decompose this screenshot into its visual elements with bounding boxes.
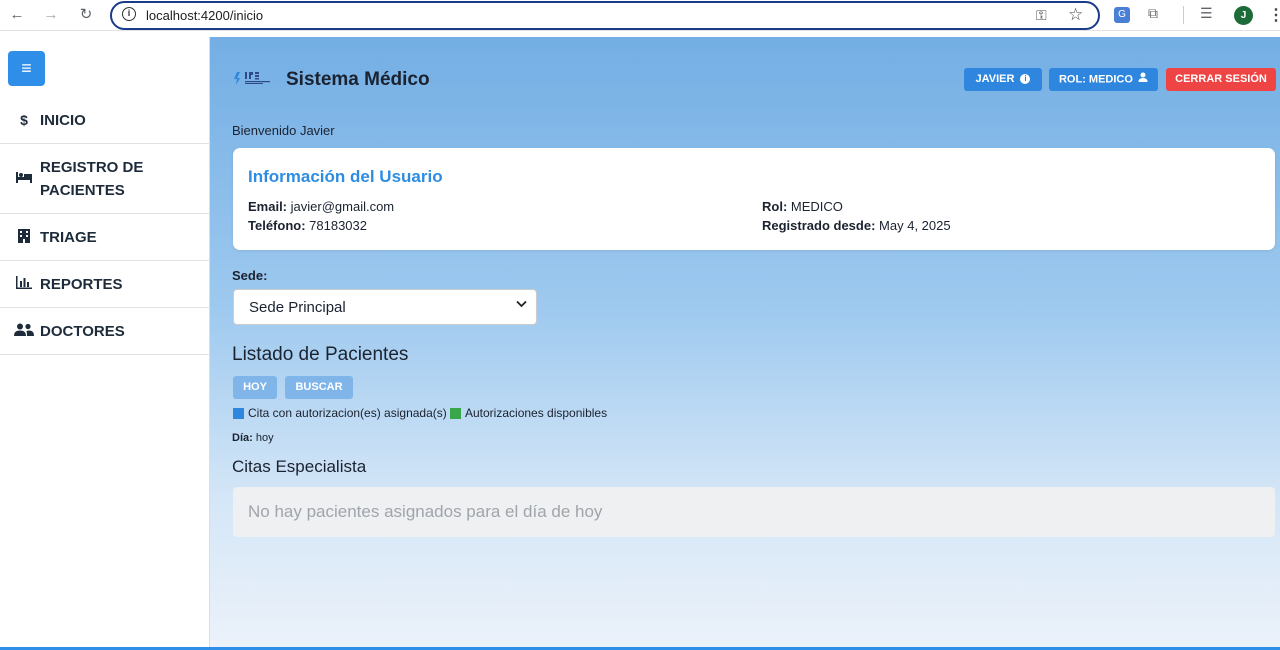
- chart-icon: [14, 276, 34, 292]
- legend-label: Cita con autorizacion(es) asignada(s): [248, 406, 447, 420]
- address-bar[interactable]: i localhost:4200/inicio ⚿ ☆: [110, 1, 1100, 30]
- welcome-text: Bienvenido Javier: [232, 123, 335, 138]
- ips-logo: [233, 70, 271, 86]
- email-info: Email: javier@gmail.com: [248, 199, 394, 214]
- browser-toolbar: ← → ↻ i localhost:4200/inicio ⚿ ☆ G ⧉ ☰ …: [0, 0, 1280, 31]
- info-circle-icon: i: [1020, 74, 1031, 85]
- main-content: Sistema Médico JAVIER i ROL: MEDICO CERR…: [210, 37, 1280, 650]
- legend-swatch-green: [450, 407, 461, 419]
- registrado-value: May 4, 2025: [879, 218, 951, 233]
- rol-button-label: ROL: MEDICO: [1058, 73, 1133, 86]
- site-info-icon[interactable]: i: [122, 7, 136, 21]
- sidebar-item-reportes[interactable]: REPORTES: [0, 261, 210, 308]
- logout-button[interactable]: CERRAR SESIÓN: [1166, 68, 1276, 91]
- building-icon: [14, 228, 34, 246]
- dia-info: Día: hoy: [232, 432, 274, 444]
- sede-selected-value: Sede Principal: [249, 299, 346, 316]
- rol-label: Rol:: [762, 199, 788, 214]
- back-arrow-icon[interactable]: ←: [6, 4, 28, 26]
- dia-label: Día:: [232, 432, 253, 444]
- user-icon: [1138, 68, 1148, 91]
- translate-extension-icon[interactable]: G: [1114, 7, 1130, 23]
- sidebar-item-label: REGISTRO DE PACIENTES: [40, 156, 143, 202]
- sidebar-item-registro-pacientes[interactable]: REGISTRO DE PACIENTES: [0, 144, 210, 214]
- sidebar-item-label: TRIAGE: [40, 228, 97, 246]
- email-label: Email:: [248, 199, 288, 214]
- profile-avatar[interactable]: J: [1234, 6, 1253, 25]
- sede-select[interactable]: Sede Principal: [233, 289, 537, 325]
- sidebar-item-triage[interactable]: TRIAGE: [0, 214, 210, 261]
- sidebar-item-label: DOCTORES: [40, 322, 125, 340]
- telefono-info: Teléfono: 78183032: [248, 218, 367, 233]
- telefono-label: Teléfono:: [248, 218, 306, 233]
- legend-item-disponibles: Autorizaciones disponibles: [450, 406, 607, 420]
- extensions-puzzle-icon[interactable]: ⧉: [1148, 5, 1158, 22]
- bed-icon: [14, 170, 34, 187]
- kebab-menu-icon[interactable]: ⋮: [1268, 5, 1280, 25]
- rol-button[interactable]: ROL: MEDICO: [1049, 68, 1158, 91]
- registrado-label: Registrado desde:: [762, 218, 876, 233]
- sidebar-item-inicio[interactable]: $ INICIO: [0, 97, 210, 144]
- pacientes-title: Listado de Pacientes: [232, 344, 409, 365]
- user-button-label: JAVIER: [975, 73, 1015, 85]
- empty-state-text: No hay pacientes asignados para el día d…: [248, 502, 603, 521]
- reload-icon[interactable]: ↻: [75, 4, 97, 26]
- user-info-card: Información del Usuario Email: javier@gm…: [233, 148, 1275, 250]
- legend-swatch-blue: [233, 407, 244, 419]
- registrado-info: Registrado desde: May 4, 2025: [762, 218, 951, 233]
- sidebar-item-label: INICIO: [40, 111, 86, 129]
- telefono-value: 78183032: [309, 218, 367, 233]
- dollar-icon: $: [20, 112, 28, 128]
- password-key-icon[interactable]: ⚿: [1036, 7, 1047, 24]
- dia-value: hoy: [255, 432, 274, 444]
- sidebar-item-doctores[interactable]: DOCTORES: [0, 308, 210, 355]
- rol-value: MEDICO: [790, 199, 843, 214]
- citas-especialista-title: Citas Especialista: [232, 457, 367, 476]
- app-title: Sistema Médico: [286, 69, 430, 90]
- sidebar-item-label-line1: REGISTRO DE: [40, 158, 144, 176]
- media-queue-icon[interactable]: ☰: [1200, 5, 1213, 22]
- empty-state-box: No hay pacientes asignados para el día d…: [233, 487, 1275, 537]
- sidebar-item-label: REPORTES: [40, 275, 123, 293]
- sidebar-item-label-line2: PACIENTES: [40, 181, 125, 199]
- url-text[interactable]: localhost:4200/inicio: [146, 8, 263, 23]
- toolbar-divider: [1183, 6, 1184, 24]
- users-icon: [14, 323, 34, 339]
- chevron-down-icon: [516, 299, 527, 311]
- hoy-button[interactable]: HOY: [233, 376, 277, 399]
- legend-label: Autorizaciones disponibles: [465, 406, 608, 420]
- buscar-button[interactable]: BUSCAR: [285, 376, 353, 399]
- forward-arrow-icon[interactable]: →: [40, 4, 62, 26]
- sidebar: ≡ $ INICIO REGISTRO DE PACIENTES TRIAGE …: [0, 37, 210, 650]
- user-button[interactable]: JAVIER i: [964, 68, 1042, 91]
- legend-item-autorizacion: Cita con autorizacion(es) asignada(s): [233, 406, 447, 420]
- hamburger-menu-icon[interactable]: ≡: [8, 51, 45, 86]
- rol-info: Rol: MEDICO: [762, 199, 843, 214]
- email-value: javier@gmail.com: [290, 199, 395, 214]
- user-info-title: Información del Usuario: [248, 167, 443, 186]
- sede-label: Sede:: [232, 268, 268, 283]
- bookmark-star-icon[interactable]: ☆: [1068, 5, 1083, 25]
